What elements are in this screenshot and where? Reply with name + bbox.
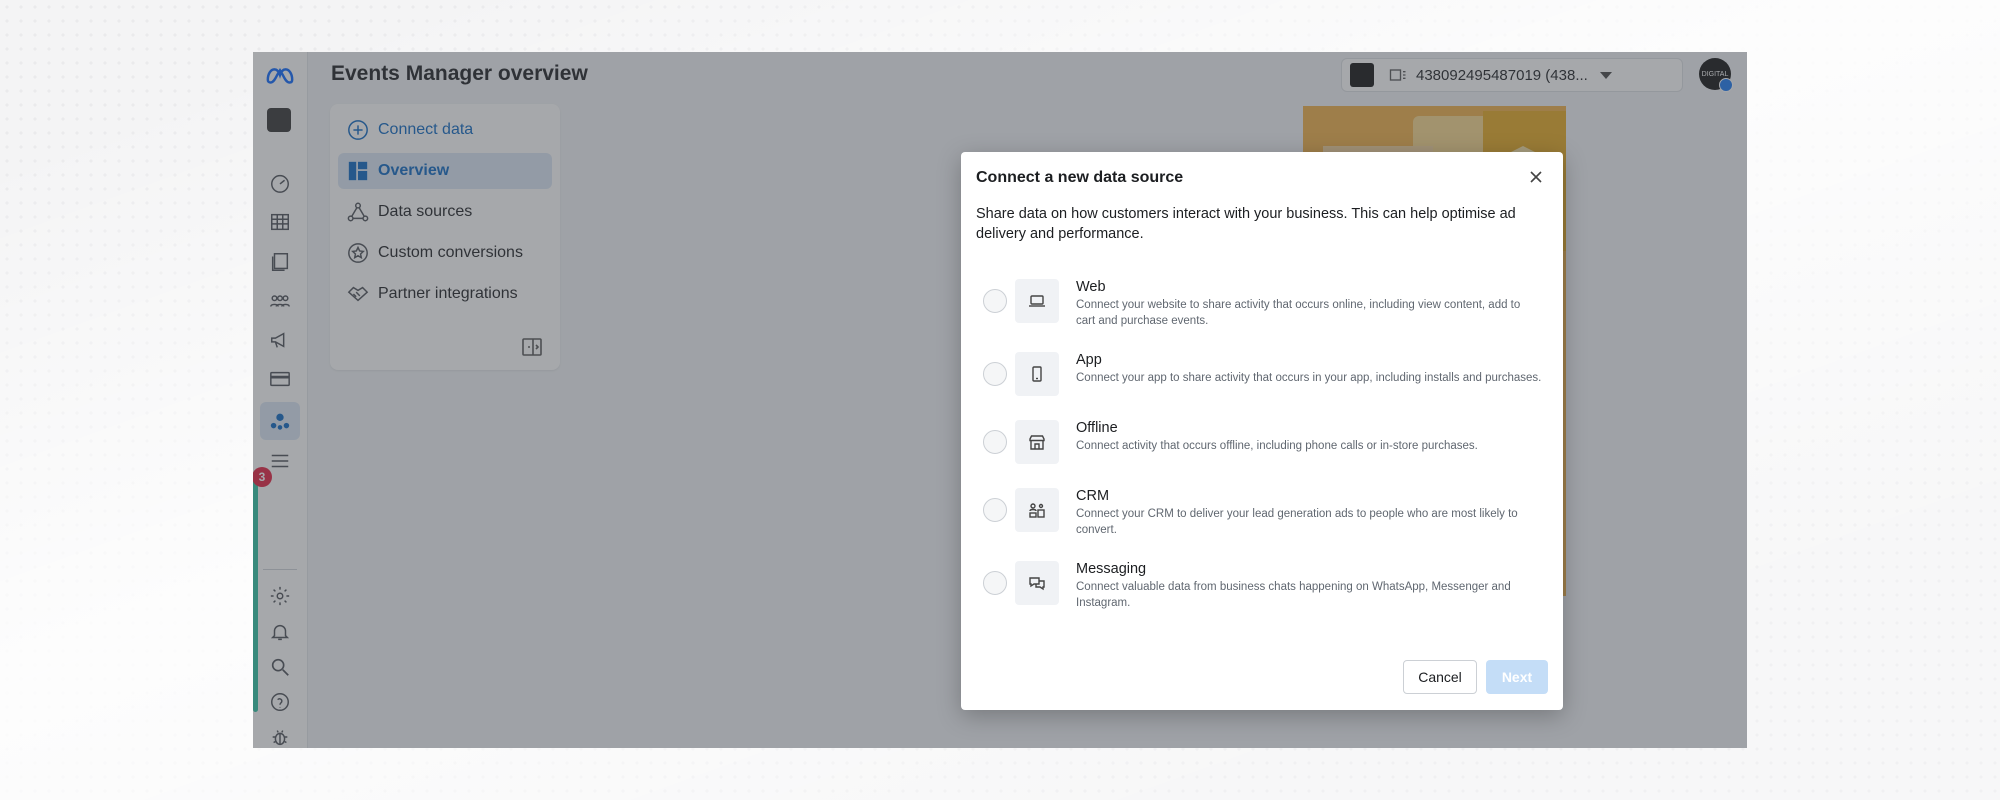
option-name: App xyxy=(1076,352,1102,368)
next-button[interactable]: Next xyxy=(1486,660,1548,694)
radio-crm[interactable] xyxy=(983,498,1007,522)
option-description: Connect activity that occurs offline, in… xyxy=(1076,440,1478,452)
option-description: Connect your CRM to deliver your lead ge… xyxy=(1076,508,1518,536)
radio-offline[interactable] xyxy=(983,430,1007,454)
option-description: Connect your website to share activity t… xyxy=(1076,299,1521,327)
radio-app[interactable] xyxy=(983,362,1007,386)
option-name: CRM xyxy=(1076,488,1110,504)
radio-messaging[interactable] xyxy=(983,571,1007,595)
store-icon xyxy=(1015,420,1059,464)
option-messaging[interactable]: Messaging Connect valuable data from bus… xyxy=(983,561,1543,617)
cancel-button[interactable]: Cancel xyxy=(1403,660,1477,694)
option-description: Connect your app to share activity that … xyxy=(1076,372,1542,384)
option-description: Connect valuable data from business chat… xyxy=(1076,581,1511,609)
option-offline[interactable]: Offline Connect activity that occurs off… xyxy=(983,420,1543,476)
laptop-icon xyxy=(1015,279,1059,323)
crm-icon xyxy=(1015,488,1059,532)
dialog-description: Share data on how customers interact wit… xyxy=(976,206,1516,242)
option-crm[interactable]: CRM Connect your CRM to deliver your lea… xyxy=(983,488,1543,544)
dialog-title: Connect a new data source xyxy=(976,169,1184,186)
option-name: Web xyxy=(1076,279,1106,295)
radio-web[interactable] xyxy=(983,289,1007,313)
mobile-icon xyxy=(1015,352,1059,396)
app-window: 3 Events Manager overview 43809249548701… xyxy=(253,52,1747,748)
connect-data-source-dialog: Connect a new data source Share data on … xyxy=(961,152,1563,710)
close-icon[interactable] xyxy=(1527,168,1545,186)
option-web[interactable]: Web Connect your website to share activi… xyxy=(983,279,1543,335)
option-app[interactable]: App Connect your app to share activity t… xyxy=(983,352,1543,408)
option-name: Offline xyxy=(1076,420,1118,436)
chat-icon xyxy=(1015,561,1059,605)
option-name: Messaging xyxy=(1076,561,1147,577)
